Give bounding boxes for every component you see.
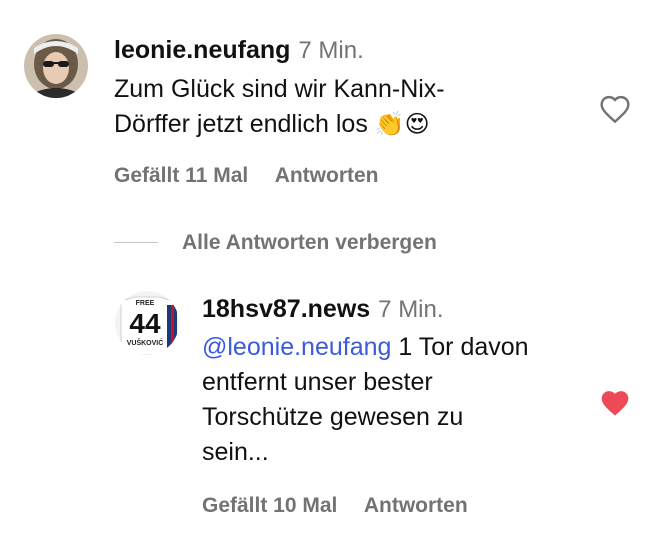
mention-link[interactable]: @leonie.neufang [202,333,391,361]
comment-text-line: Dörffer jetzt endlich los [114,110,368,138]
avatar-number-text: 44 [129,308,161,339]
reply-text-line: entfernt unser bester [202,368,433,396]
reply-reply-button[interactable]: Antworten [364,494,468,517]
comment-reply-button[interactable]: Antworten [275,164,379,187]
hide-replies-button[interactable]: Alle Antworten verbergen [182,231,437,255]
comment-emojis: 👏😍 [374,111,430,138]
reply-avatar-jersey: FREE 44 VUŠKOVIĆ [115,291,179,355]
comment-like-count[interactable]: Gefällt 11 Mal [114,164,248,187]
like-heart-icon[interactable] [599,94,631,124]
reply-text-line: Torschütze gewesen zu [202,403,464,431]
reply-avatar[interactable]: FREE 44 VUŠKOVIĆ [115,291,179,355]
avatar-free-text: FREE [136,300,155,307]
avatar-photo [24,34,88,98]
liked-heart-icon[interactable] [599,388,631,418]
reply-like-count[interactable]: Gefällt 10 Mal [202,494,337,517]
comment-text-line: Zum Glück sind wir Kann-Nix- [114,75,445,103]
comment-text: Zum Glück sind wir Kann-Nix- Dörffer jet… [114,72,445,142]
reply-text-line: sein... [202,438,269,466]
reply-username[interactable]: 18hsv87.news [202,295,370,323]
avatar-name-text: VUŠKOVIĆ [127,338,164,347]
reply-text-line: 1 Tor davon [391,333,529,361]
avatar[interactable] [24,34,88,98]
divider-line [114,242,158,243]
comment-username[interactable]: leonie.neufang [114,36,290,64]
comment-timestamp[interactable]: 7 Min. [298,37,363,64]
reply-timestamp[interactable]: 7 Min. [378,296,443,323]
reply-text: @leonie.neufang 1 Tor davon entfernt uns… [202,330,529,470]
